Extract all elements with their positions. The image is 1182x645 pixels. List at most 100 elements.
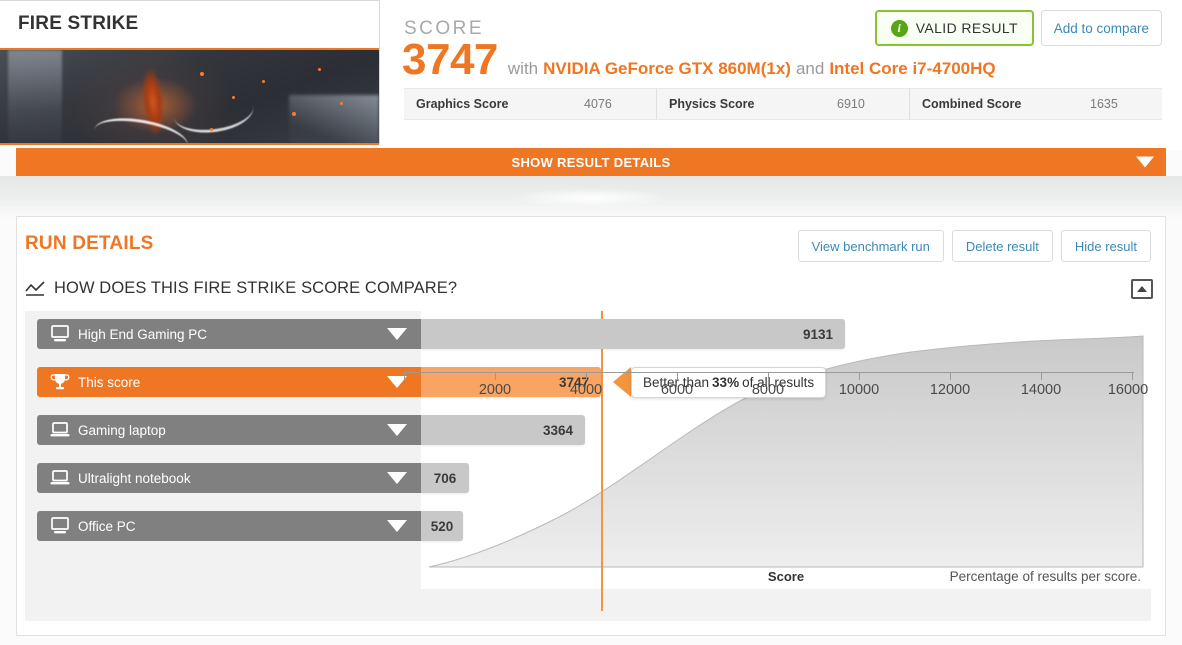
run-details-panel: RUN DETAILS View benchmark run Delete re… bbox=[16, 216, 1166, 636]
bar-name: High End Gaming PC bbox=[78, 326, 208, 342]
collapse-section-button[interactable] bbox=[1131, 279, 1153, 299]
chart-annotation: Percentage of results per score. bbox=[949, 569, 1141, 584]
bar-value: 9131 bbox=[421, 319, 845, 349]
axis-tick-label: 2000 bbox=[478, 382, 512, 398]
run-actions: View benchmark run Delete result Hide re… bbox=[797, 230, 1151, 262]
table-row[interactable]: High End Gaming PC 9131 bbox=[37, 319, 845, 349]
axis-tick-label: 6000 bbox=[660, 382, 694, 398]
bar-value: 520 bbox=[421, 511, 463, 541]
delete-result-label: Delete result bbox=[965, 238, 1039, 254]
delete-result-button[interactable]: Delete result bbox=[951, 230, 1053, 262]
axis-tick bbox=[950, 373, 951, 380]
hide-result-button[interactable]: Hide result bbox=[1060, 230, 1151, 262]
x-axis: 2000 4000 6000 8000 10000 12000 14000 16… bbox=[404, 372, 1148, 398]
axis-tick-label: 14000 bbox=[1020, 382, 1062, 398]
chevron-down-icon[interactable] bbox=[387, 328, 407, 340]
bar-label-ultralight-notebook[interactable]: Ultralight notebook bbox=[37, 463, 421, 493]
score-panel: SCORE 3747 with NVIDIA GeForce GTX 860M(… bbox=[382, 0, 1182, 144]
axis-tick-label: 4000 bbox=[569, 382, 603, 398]
laptop-icon bbox=[50, 470, 70, 485]
axis-tick bbox=[495, 373, 496, 380]
thumbnail-spark bbox=[262, 80, 265, 83]
gpu-name: NVIDIA GeForce GTX 860M(1x) bbox=[543, 59, 791, 78]
result-page: FIRE STRIKE SCORE 3747 with NVIDIA GeFor… bbox=[0, 0, 1182, 645]
table-row[interactable]: Ultralight notebook 706 bbox=[37, 463, 469, 493]
benchmark-thumbnail bbox=[0, 48, 379, 145]
table-row[interactable]: Gaming laptop 3364 bbox=[37, 415, 585, 445]
thumbnail-spark bbox=[318, 68, 321, 71]
thumbnail-spark bbox=[210, 128, 213, 131]
axis-tick-label: 16000 bbox=[1107, 382, 1149, 398]
info-circle-icon: i bbox=[890, 19, 908, 37]
add-to-compare-label: Add to compare bbox=[1053, 20, 1149, 36]
benchmark-title: FIRE STRIKE bbox=[18, 13, 139, 34]
valid-result-label: VALID RESULT bbox=[915, 20, 1018, 36]
view-benchmark-run-button[interactable]: View benchmark run bbox=[797, 230, 944, 262]
axis-tick-label: 10000 bbox=[838, 382, 880, 398]
bar-label-office-pc[interactable]: Office PC bbox=[37, 511, 421, 541]
trophy-icon bbox=[50, 374, 70, 390]
distribution-plot bbox=[421, 311, 1151, 589]
chevron-down-icon[interactable] bbox=[387, 424, 407, 436]
hide-result-label: Hide result bbox=[1074, 238, 1137, 254]
axis-tick bbox=[768, 373, 769, 380]
thumbnail-spark bbox=[340, 102, 343, 105]
subscore-combined: Combined Score 1635 bbox=[910, 89, 1162, 119]
cumulative-distribution-curve bbox=[428, 335, 1144, 568]
desktop-icon bbox=[51, 517, 69, 534]
subscore-value: 4076 bbox=[584, 97, 612, 111]
bar-name: Office PC bbox=[78, 518, 136, 534]
subscore-label: Physics Score bbox=[669, 97, 755, 111]
bar-label-high-end-gaming-pc[interactable]: High End Gaming PC bbox=[37, 319, 421, 349]
score-comparison-chart: High End Gaming PC 9131 This score 3747 … bbox=[25, 311, 1151, 621]
chevron-down-icon[interactable] bbox=[387, 472, 407, 484]
axis-tick bbox=[586, 373, 587, 380]
axis-tick bbox=[677, 373, 678, 380]
bar-name: Ultralight notebook bbox=[78, 470, 191, 486]
subscore-label: Graphics Score bbox=[416, 97, 509, 111]
bar-label-this-score[interactable]: This score bbox=[37, 367, 421, 397]
desktop-icon bbox=[51, 325, 69, 342]
result-header: FIRE STRIKE SCORE 3747 with NVIDIA GeFor… bbox=[0, 0, 1182, 150]
score-value: 3747 bbox=[402, 35, 498, 84]
benchmark-card: FIRE STRIKE bbox=[0, 0, 380, 145]
chevron-down-icon bbox=[1136, 156, 1154, 168]
valid-result-badge[interactable]: i VALID RESULT bbox=[874, 10, 1034, 46]
subscore-value: 6910 bbox=[837, 97, 865, 111]
bar-name: Gaming laptop bbox=[78, 422, 166, 438]
thumbnail-pillar bbox=[8, 50, 62, 143]
axis-tick-label: 12000 bbox=[929, 382, 971, 398]
compare-section-title: HOW DOES THIS FIRE STRIKE SCORE COMPARE? bbox=[54, 279, 458, 297]
page-title: RUN DETAILS bbox=[25, 233, 154, 254]
thumbnail-spark bbox=[292, 112, 296, 116]
axis-tick bbox=[1132, 373, 1133, 380]
subscore-row: Graphics Score 4076 Physics Score 6910 C… bbox=[404, 88, 1162, 120]
bar-value: 706 bbox=[421, 463, 469, 493]
chevron-down-icon[interactable] bbox=[387, 520, 407, 532]
chevron-up-icon bbox=[1137, 286, 1147, 292]
bar-name: This score bbox=[78, 374, 141, 390]
axis-tick bbox=[859, 373, 860, 380]
thumbnail-spark bbox=[232, 96, 235, 99]
bar-value: 3364 bbox=[421, 415, 585, 445]
table-row[interactable]: Office PC 520 bbox=[37, 511, 463, 541]
subscore-label: Combined Score bbox=[922, 97, 1022, 111]
laptop-icon bbox=[50, 422, 70, 437]
line-chart-icon bbox=[25, 280, 45, 296]
compare-section-header: HOW DOES THIS FIRE STRIKE SCORE COMPARE? bbox=[25, 279, 457, 298]
show-result-details-bar[interactable]: SHOW RESULT DETAILS bbox=[16, 148, 1166, 176]
thumbnail-ice bbox=[289, 95, 379, 143]
subscore-physics: Physics Score 6910 bbox=[657, 89, 910, 119]
subscore-value: 1635 bbox=[1090, 97, 1118, 111]
add-to-compare-button[interactable]: Add to compare bbox=[1040, 10, 1162, 46]
score-with-word: with bbox=[507, 59, 539, 78]
cpu-name: Intel Core i7-4700HQ bbox=[829, 59, 996, 78]
bar-label-gaming-laptop[interactable]: Gaming laptop bbox=[37, 415, 421, 445]
view-benchmark-run-label: View benchmark run bbox=[811, 238, 930, 254]
score-and-word: and bbox=[795, 59, 825, 78]
thumbnail-spark bbox=[200, 72, 204, 76]
axis-tick-label: 8000 bbox=[751, 382, 785, 398]
show-result-details-label: SHOW RESULT DETAILS bbox=[511, 154, 671, 170]
axis-tick bbox=[1041, 373, 1042, 380]
score-marker-line bbox=[601, 311, 603, 611]
